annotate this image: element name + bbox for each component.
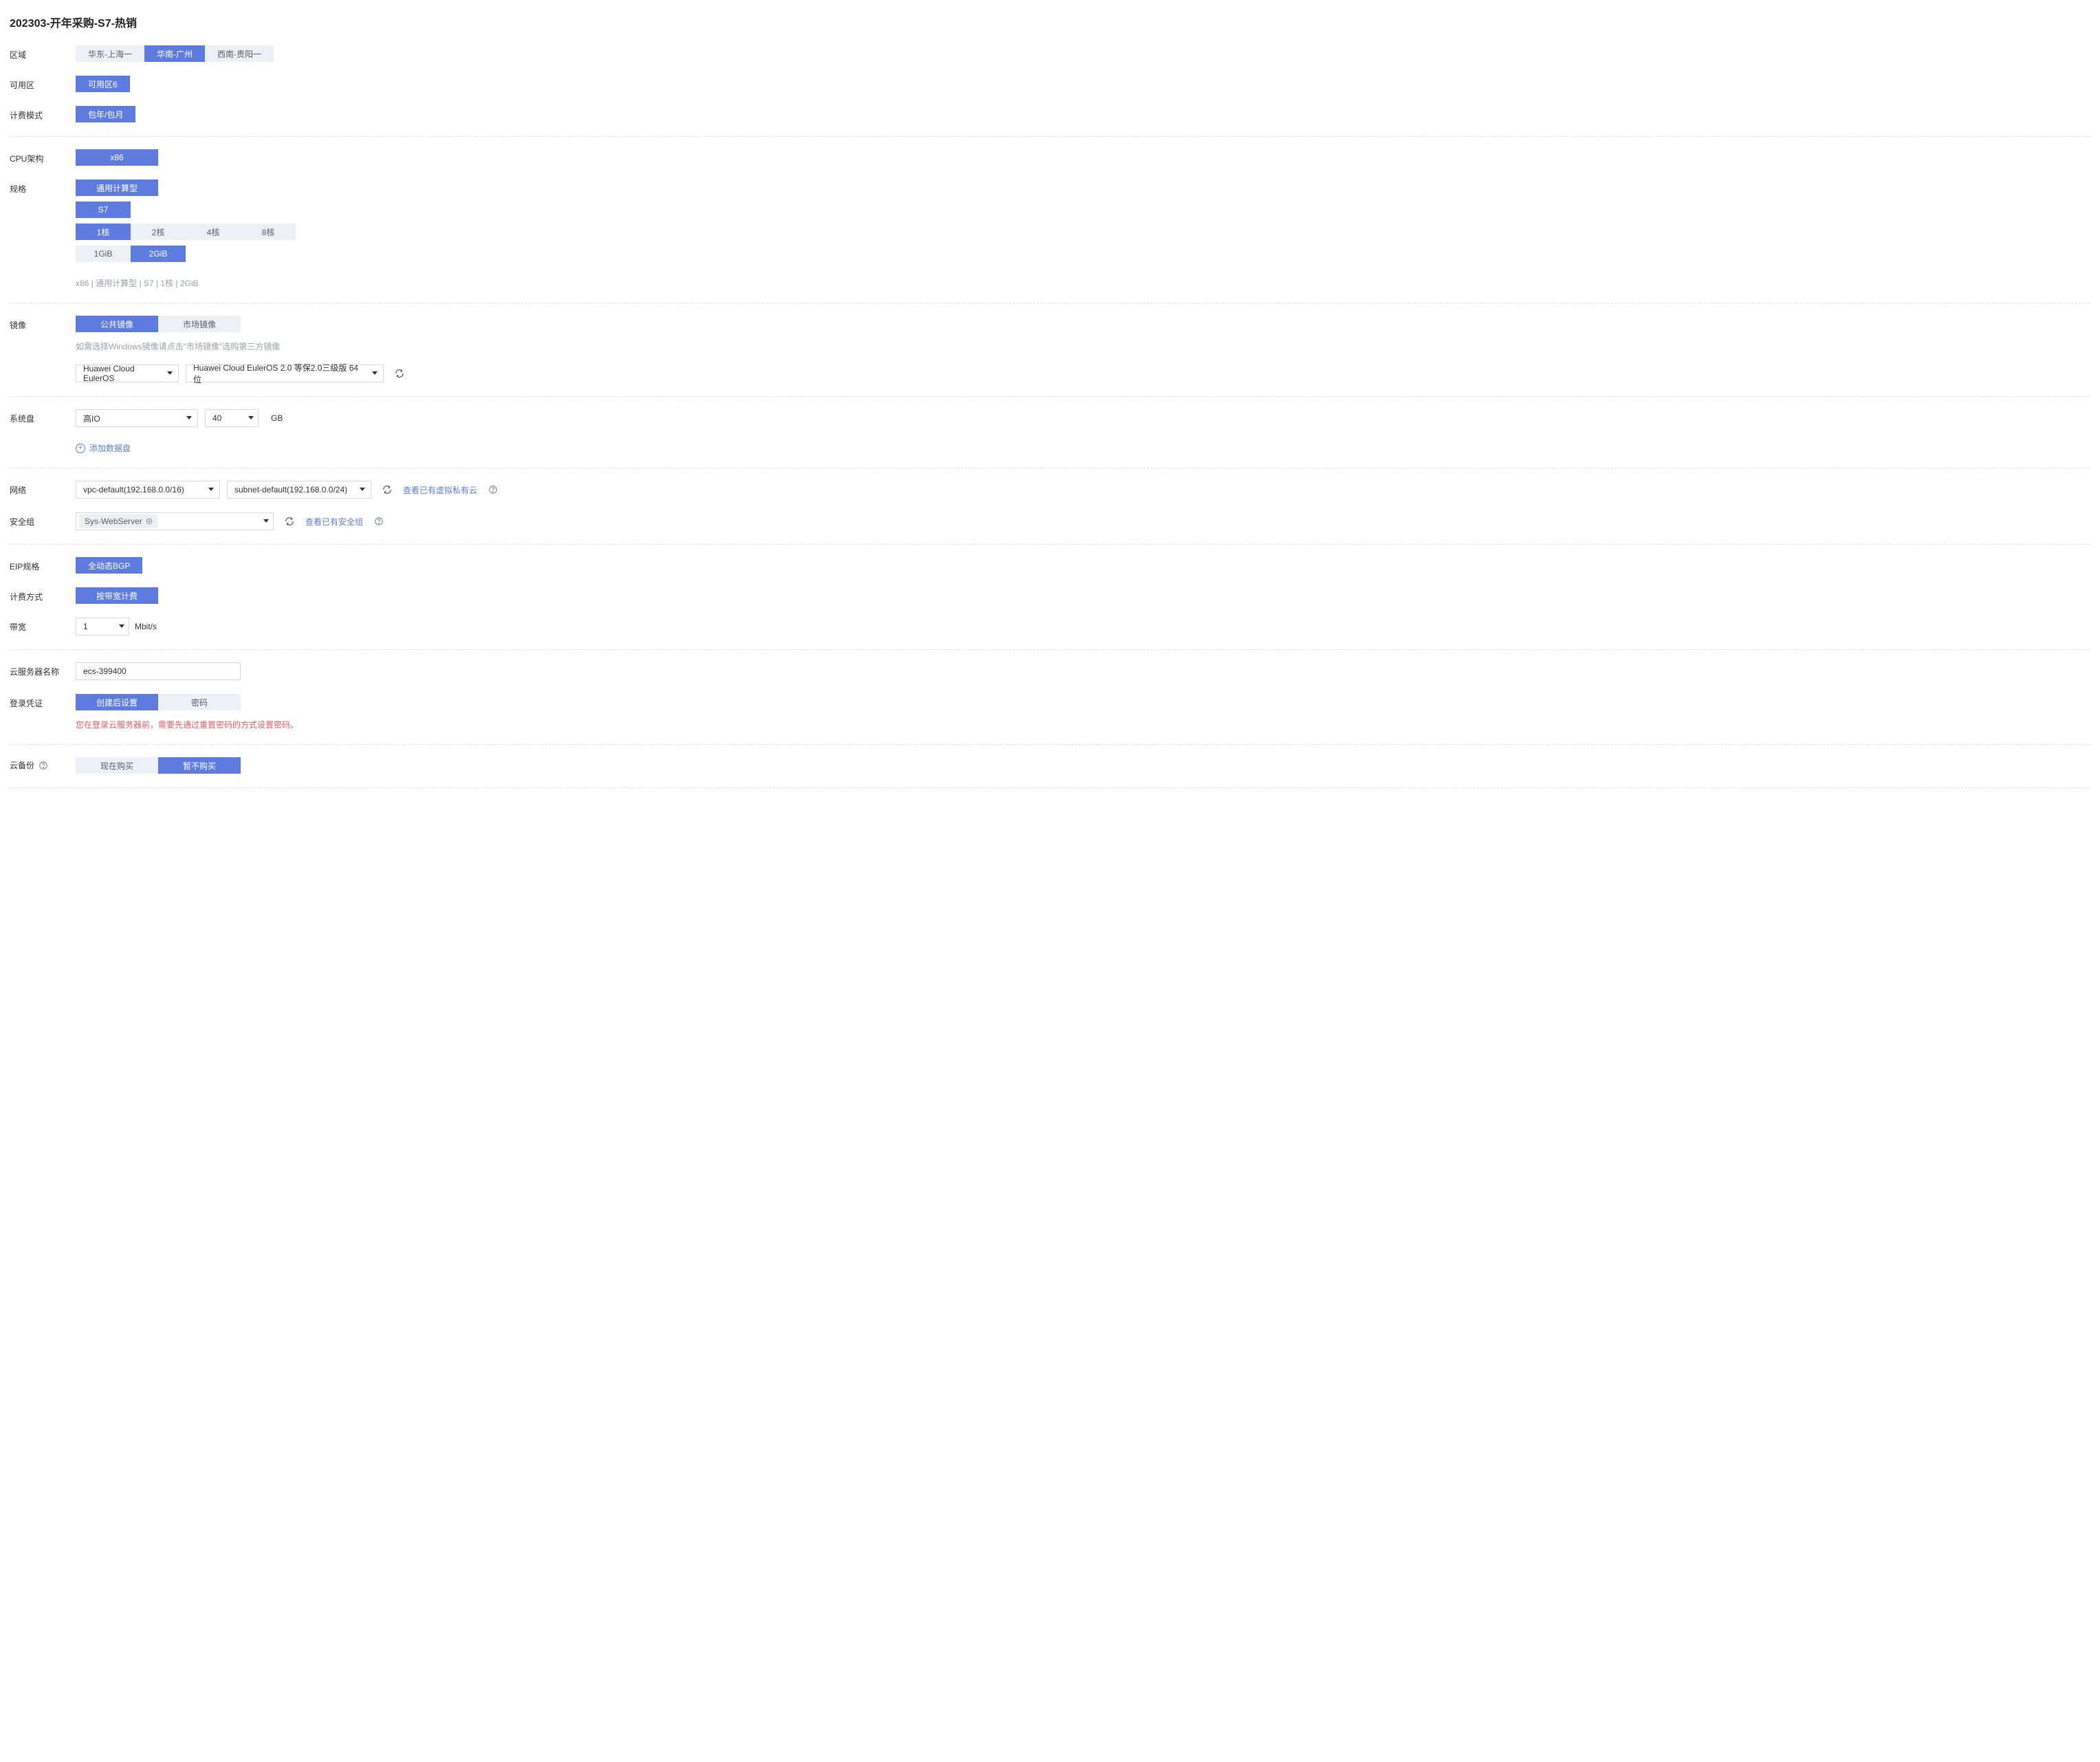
backup-label: 云备份: [10, 759, 34, 771]
cpu-arch-label: CPU架构: [10, 149, 76, 164]
plus-icon: +: [76, 444, 85, 453]
system-disk-label: 系统盘: [10, 409, 76, 424]
disk-size-value: 40: [212, 413, 221, 423]
region-label: 区域: [10, 45, 76, 61]
help-icon[interactable]: [374, 516, 384, 526]
spec-core-2[interactable]: 2核: [131, 224, 186, 240]
page-title: 202303-开年采购-S7-热销: [10, 14, 2090, 30]
disk-type-select[interactable]: 高IO: [76, 409, 198, 427]
close-icon[interactable]: [145, 517, 153, 525]
view-vpc-link[interactable]: 查看已有虚拟私有云: [403, 484, 477, 496]
image-tab-market[interactable]: 市场镜像: [158, 316, 241, 332]
add-data-disk-link[interactable]: + 添加数据盘: [76, 442, 131, 454]
spec-core-4[interactable]: 4核: [186, 224, 241, 240]
bandwidth-unit: Mbit/s: [135, 622, 157, 631]
image-version-value: Huawei Cloud EulerOS 2.0 等保2.0三级版 64位: [193, 362, 367, 385]
image-tab-public[interactable]: 公共镜像: [76, 316, 158, 332]
caret-down-icon: [186, 416, 192, 420]
image-label: 镜像: [10, 316, 76, 331]
spec-mem-2g[interactable]: 2GiB: [131, 246, 186, 262]
refresh-icon[interactable]: [285, 516, 294, 526]
spec-series-s7[interactable]: S7: [76, 202, 131, 218]
sg-chip: Sys-WebServer: [79, 514, 157, 528]
charge-bandwidth-option[interactable]: 按带宽计费: [76, 587, 158, 604]
disk-unit: GB: [271, 413, 283, 423]
refresh-icon[interactable]: [395, 369, 404, 378]
help-icon[interactable]: [488, 485, 498, 494]
network-label: 网络: [10, 481, 76, 496]
billing-label: 计费模式: [10, 106, 76, 121]
login-password[interactable]: 密码: [158, 694, 241, 710]
spec-summary: x86 | 通用计算型 | S7 | 1核 | 2GiB: [76, 277, 199, 289]
spec-core-1[interactable]: 1核: [76, 224, 131, 240]
spec-mem-1g[interactable]: 1GiB: [76, 246, 131, 262]
caret-down-icon: [263, 519, 269, 523]
image-hint: 如需选择Windows镜像请点击"市场镜像"选购第三方镜像: [76, 340, 280, 352]
bandwidth-label: 带宽: [10, 618, 76, 633]
bandwidth-select[interactable]: 1: [76, 618, 129, 635]
az-option-6[interactable]: 可用区6: [76, 76, 130, 92]
server-name-label: 云服务器名称: [10, 662, 76, 677]
spec-core-8[interactable]: 8核: [241, 224, 296, 240]
eip-bgp-option[interactable]: 全动态BGP: [76, 557, 142, 574]
subnet-value: subnet-default(192.168.0.0/24): [234, 485, 347, 494]
cpu-arch-x86[interactable]: x86: [76, 149, 158, 166]
az-label: 可用区: [10, 76, 76, 91]
image-os-value: Huawei Cloud EulerOS: [83, 364, 162, 383]
disk-size-select[interactable]: 40: [205, 409, 259, 427]
subnet-select[interactable]: subnet-default(192.168.0.0/24): [227, 481, 371, 499]
billing-option-prepaid[interactable]: 包年/包月: [76, 106, 135, 122]
view-sg-link[interactable]: 查看已有安全组: [305, 516, 363, 527]
vpc-select[interactable]: vpc-default(192.168.0.0/16): [76, 481, 220, 499]
disk-type-value: 高IO: [83, 413, 100, 424]
bandwidth-value: 1: [83, 622, 88, 631]
add-data-disk-text: 添加数据盘: [89, 442, 131, 454]
refresh-icon[interactable]: [382, 485, 392, 494]
backup-not-now[interactable]: 暂不购买: [158, 757, 241, 774]
region-option-east[interactable]: 华东-上海一: [76, 45, 144, 62]
eip-label: EIP规格: [10, 557, 76, 572]
caret-down-icon: [208, 488, 214, 492]
spec-label: 规格: [10, 180, 76, 195]
caret-down-icon: [119, 624, 124, 629]
region-option-south[interactable]: 华南-广州: [144, 45, 205, 62]
caret-down-icon: [372, 371, 378, 376]
login-hint: 您在登录云服务器前，需要先通过重置密码的方式设置密码。: [76, 719, 298, 730]
vpc-value: vpc-default(192.168.0.0/16): [83, 485, 184, 494]
region-option-southwest[interactable]: 西南-贵阳一: [205, 45, 274, 62]
spec-type-general[interactable]: 通用计算型: [76, 180, 158, 196]
server-name-input[interactable]: [76, 662, 241, 680]
backup-label-wrap: 云备份: [10, 757, 76, 771]
charge-mode-label: 计费方式: [10, 587, 76, 602]
login-after-create[interactable]: 创建后设置: [76, 694, 158, 710]
caret-down-icon: [167, 371, 173, 376]
caret-down-icon: [360, 488, 365, 492]
image-os-select[interactable]: Huawei Cloud EulerOS: [76, 365, 179, 382]
image-version-select[interactable]: Huawei Cloud EulerOS 2.0 等保2.0三级版 64位: [186, 365, 384, 382]
sg-chip-text: Sys-WebServer: [85, 516, 142, 526]
help-icon[interactable]: [39, 761, 48, 770]
security-group-select[interactable]: Sys-WebServer: [76, 512, 274, 530]
sg-label: 安全组: [10, 512, 76, 527]
login-label: 登录凭证: [10, 694, 76, 709]
caret-down-icon: [248, 416, 254, 420]
backup-buy-now[interactable]: 现在购买: [76, 757, 158, 774]
